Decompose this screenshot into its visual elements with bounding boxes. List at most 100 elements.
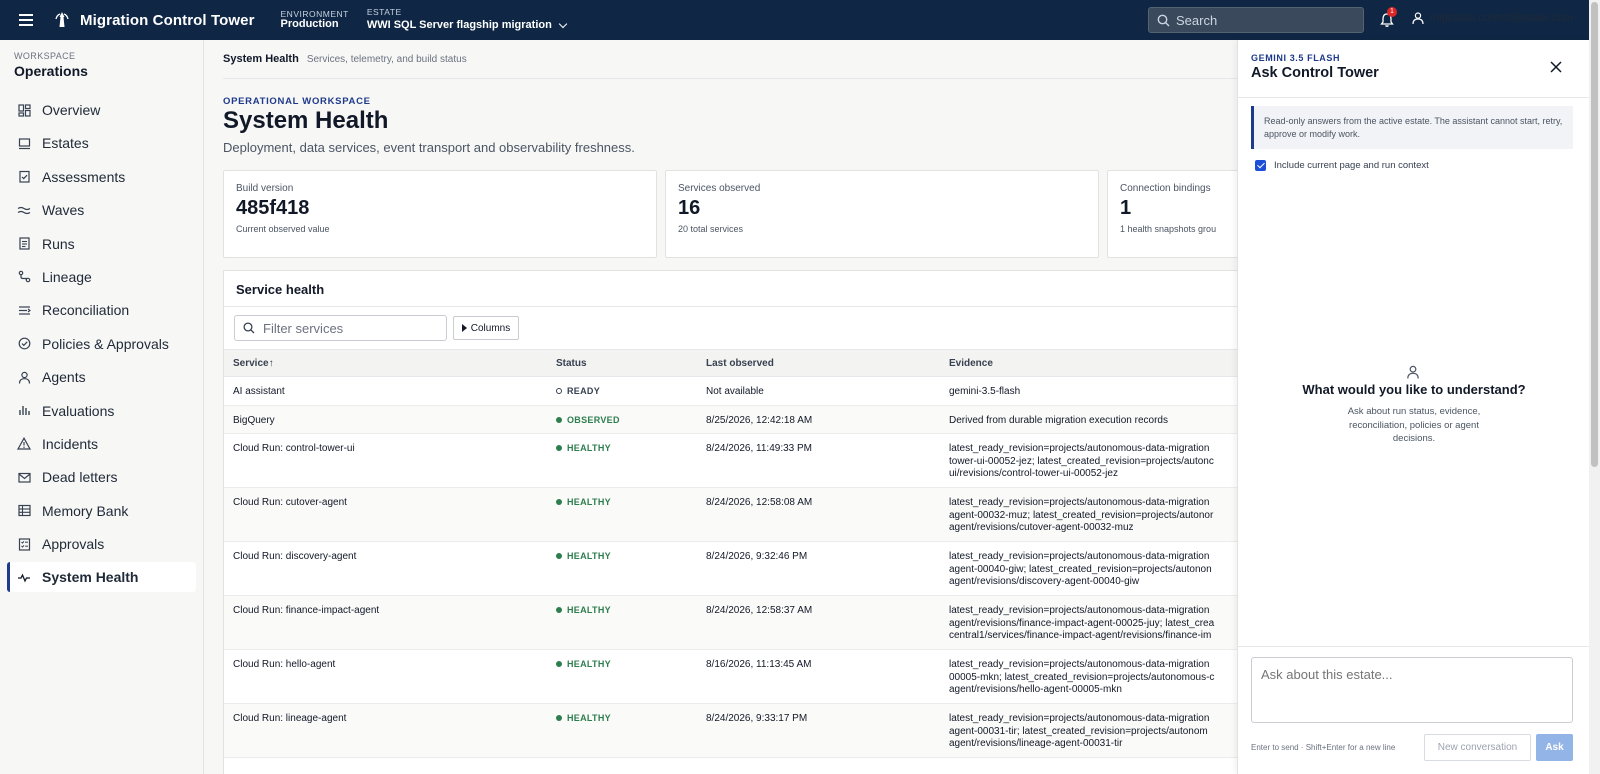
person-icon bbox=[1407, 365, 1419, 379]
sidebar-item-policies-approvals[interactable]: Policies & Approvals bbox=[7, 329, 196, 359]
table-row[interactable]: Cloud Run: control-tower-ui HEALTHY 8/24/2… bbox=[224, 434, 1237, 488]
table-row[interactable]: Cloud Run: hello-agent HEALTHY 8/16/2026, … bbox=[224, 650, 1237, 704]
column-header-status[interactable]: Status bbox=[556, 358, 587, 369]
evidence: latest_ready_revision=projects/autonomou… bbox=[949, 551, 1237, 589]
sidebar-item-waves[interactable]: Waves bbox=[7, 195, 196, 225]
status-badge: HEALTHY bbox=[556, 497, 611, 507]
sidebar-item-label: Runs bbox=[42, 235, 75, 252]
evidence: latest_ready_revision=projects/autonomou… bbox=[949, 497, 1237, 535]
mail-icon bbox=[17, 470, 31, 484]
sidebar-item-estates[interactable]: Estates bbox=[7, 128, 196, 158]
evidence-line: agent-00031-tir; latest_created_revision… bbox=[949, 725, 1208, 737]
sidebar-item-label: Agents bbox=[42, 369, 86, 386]
sidebar-item-assessments[interactable]: Assessments bbox=[7, 162, 196, 192]
column-header-last-observed[interactable]: Last observed bbox=[706, 358, 774, 369]
status-dot-icon bbox=[556, 607, 562, 613]
table-row[interactable]: Cloud Run: discovery-agent HEALTHY 8/24/20… bbox=[224, 542, 1237, 596]
evidence: latest_ready_revision=projects/autonomou… bbox=[949, 443, 1237, 481]
metric-note: Current observed value bbox=[236, 224, 330, 234]
last-observed: 8/24/2026, 9:33:17 PM bbox=[706, 713, 808, 724]
sidebar-item-system-health[interactable]: System Health bbox=[7, 562, 196, 593]
lineage-icon bbox=[17, 270, 31, 284]
service-name: Cloud Run: control-tower-ui bbox=[233, 443, 355, 454]
evidence-line: tower-ui-00052-jez; latest_created_revis… bbox=[949, 455, 1214, 467]
close-icon[interactable] bbox=[1550, 61, 1562, 73]
evidence-line: agent/revisions/cutover-agent-00032-muz bbox=[949, 522, 1134, 533]
evidence-line: ui/revisions/control-tower-ui-00052-jez bbox=[949, 468, 1118, 479]
evidence: latest_ready_revision=projects/autonomou… bbox=[949, 605, 1237, 643]
sidebar-item-overview[interactable]: Overview bbox=[7, 95, 196, 125]
new-conversation-button[interactable]: New conversation bbox=[1424, 734, 1531, 761]
service-name: AI assistant bbox=[233, 386, 285, 397]
drawer-title: Ask Control Tower bbox=[1251, 65, 1379, 81]
columns-button[interactable]: Columns bbox=[453, 316, 519, 340]
filter-services-input[interactable]: Filter services bbox=[234, 315, 447, 341]
filter-placeholder: Filter services bbox=[263, 320, 344, 336]
sidebar-item-memory-bank[interactable]: Memory Bank bbox=[7, 496, 196, 526]
search-icon bbox=[243, 322, 255, 334]
table-row[interactable]: Cloud Run: finance-impact-agent HEALTHY 8/… bbox=[224, 596, 1237, 650]
status-badge: HEALTHY bbox=[556, 551, 611, 561]
user-email: migration.control@tower.com bbox=[1430, 12, 1573, 24]
checklist-icon bbox=[17, 537, 31, 551]
page-title: System Health bbox=[223, 107, 389, 134]
table-row[interactable]: BigQuery OBSERVED 8/25/2026, 12:42:18 AM De… bbox=[224, 405, 1237, 434]
chevron-down-icon[interactable] bbox=[558, 20, 568, 29]
table-row[interactable]: Cloud Run: cutover-agent HEALTHY 8/24/2026… bbox=[224, 488, 1237, 542]
metric-value: 485f418 bbox=[236, 197, 310, 219]
ask-input[interactable] bbox=[1251, 657, 1573, 723]
evidence-line: latest_ready_revision=projects/autonomou… bbox=[949, 713, 1210, 724]
user-menu[interactable]: migration.control@tower.com bbox=[1412, 12, 1573, 24]
keyboard-hint: Enter to send · Shift+Enter for a new li… bbox=[1251, 743, 1396, 752]
user-icon bbox=[1412, 12, 1424, 24]
breadcrumb-title: System Health bbox=[223, 53, 299, 65]
evidence: latest_ready_revision=projects/autonomou… bbox=[949, 659, 1237, 697]
estate-value: WWI SQL Server flagship migration bbox=[366, 19, 552, 32]
sidebar-item-reconciliation[interactable]: Reconciliation bbox=[7, 295, 196, 325]
workspace-name[interactable]: Operations bbox=[14, 63, 88, 79]
column-header-evidence[interactable]: Evidence bbox=[949, 358, 993, 369]
evidence-line: 00005-mkn; latest_created_revision=proje… bbox=[949, 671, 1215, 683]
menu-icon[interactable] bbox=[19, 14, 33, 26]
include-context-label: Include current page and run context bbox=[1274, 160, 1429, 171]
sidebar-item-lineage[interactable]: Lineage bbox=[7, 262, 196, 292]
scrollbar-thumb[interactable] bbox=[1591, 2, 1598, 467]
sidebar-item-evaluations[interactable]: Evaluations bbox=[7, 396, 196, 426]
sidebar-item-label: Lineage bbox=[42, 268, 92, 285]
status-badge: READY bbox=[556, 386, 600, 396]
sidebar-item-runs[interactable]: Runs bbox=[7, 229, 196, 259]
divider bbox=[224, 306, 1237, 307]
status-text: HEALTHY bbox=[567, 605, 611, 615]
empty-state-title: What would you like to understand? bbox=[1302, 382, 1526, 397]
clipboard-check-icon bbox=[17, 170, 31, 184]
checkbox-checked[interactable] bbox=[1255, 160, 1266, 171]
pulse-icon bbox=[17, 570, 31, 584]
ask-button[interactable]: Ask bbox=[1536, 734, 1573, 761]
table-row[interactable]: AI assistant READY Not available gemini-3.5… bbox=[224, 377, 1237, 406]
main-content: System Health Services, telemetry, and bu… bbox=[205, 40, 1237, 774]
evidence-line: latest_ready_revision=projects/autonomou… bbox=[949, 551, 1210, 562]
sidebar-item-agents[interactable]: Agents bbox=[7, 362, 196, 392]
evidence-line: agent/revisions/hello-agent-00005-mkn bbox=[949, 684, 1122, 695]
evidence-line: gemini-3.5-flash bbox=[949, 386, 1021, 397]
evidence: latest_ready_revision=projects/autonomou… bbox=[949, 713, 1237, 751]
service-name: Cloud Run: finance-impact-agent bbox=[233, 605, 380, 616]
status-text: HEALTHY bbox=[567, 659, 611, 669]
sidebar-item-label: Assessments bbox=[42, 168, 126, 185]
sidebar-item-label: Approvals bbox=[42, 536, 105, 553]
column-header-service[interactable]: Service↑ bbox=[233, 358, 274, 369]
read-only-notice: Read-only answers from the active estate… bbox=[1251, 106, 1573, 149]
sidebar-item-approvals[interactable]: Approvals bbox=[7, 529, 196, 559]
status-badge: OBSERVED bbox=[556, 415, 620, 425]
evidence-line: latest_ready_revision=projects/autonomou… bbox=[949, 659, 1210, 670]
sidebar-item-label: Dead letters bbox=[42, 469, 118, 486]
global-search-input[interactable]: Search bbox=[1148, 7, 1364, 33]
metric-note: 20 total services bbox=[678, 224, 744, 234]
include-context-checkbox[interactable]: Include current page and run context bbox=[1255, 160, 1429, 171]
sidebar-item-dead-letters[interactable]: Dead letters bbox=[7, 462, 196, 492]
sidebar-item-incidents[interactable]: Incidents bbox=[7, 429, 196, 459]
table-row[interactable]: Cloud Run: lineage-agent HEALTHY 8/24/2026… bbox=[224, 704, 1237, 758]
app-name[interactable]: Migration Control Tower bbox=[80, 12, 255, 29]
sidebar-item-label: Estates bbox=[42, 135, 89, 152]
estate-selector[interactable]: ESTATE WWI SQL Server flagship migration bbox=[366, 8, 568, 32]
